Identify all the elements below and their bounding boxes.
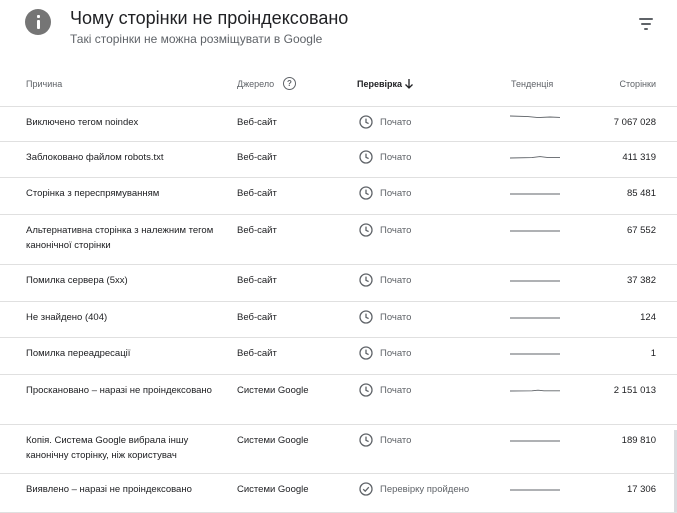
trend-sparkline [510, 115, 560, 119]
reason-cell: Альтернативна сторінка з належним тегом … [26, 225, 214, 251]
validation-status-cell: Почато [380, 188, 412, 199]
pages-count-cell: 411 319 [622, 152, 656, 163]
table-row[interactable]: Заблоковано файлом robots.txt Веб-сайт Поч… [0, 141, 677, 178]
validation-status-cell: Почато [380, 385, 412, 396]
reason-cell: Проскановано – наразі не проіндексовано [26, 385, 212, 396]
source-cell: Веб-сайт [237, 348, 277, 359]
trend-sparkline [510, 389, 560, 392]
source-cell: Веб-сайт [237, 312, 277, 323]
pages-count-cell: 2 151 013 [613, 385, 656, 396]
clock-icon [359, 115, 373, 129]
source-cell: Веб-сайт [237, 117, 277, 128]
table-row[interactable]: Виявлено – наразі не проіндексовано Систе… [0, 473, 677, 513]
reason-cell: Помилка сервера (5xx) [26, 275, 128, 286]
info-icon [25, 9, 51, 35]
column-validation-header[interactable]: Перевірка [357, 79, 402, 89]
column-source-header[interactable]: Джерело [237, 79, 274, 89]
pages-count-cell: 85 481 [626, 188, 656, 199]
pages-count-cell: 67 552 [626, 225, 656, 236]
sort-arrow-down-icon[interactable] [404, 78, 414, 90]
check-circle-icon [359, 482, 373, 496]
clock-icon [359, 433, 373, 447]
reason-cell: Копія. Система Google вибрала іншу канон… [26, 435, 189, 461]
pages-count-cell: 124 [640, 312, 656, 323]
column-trend-header: Тенденція [511, 79, 554, 89]
trend-sparkline [510, 156, 560, 159]
table-row[interactable]: Помилка переадресації Веб-сайт Почато 1 [0, 337, 677, 375]
pages-count-cell: 17 306 [626, 484, 656, 495]
source-cell: Веб-сайт [237, 275, 277, 286]
table-row[interactable]: Копія. Система Google вибрала іншу канон… [0, 424, 677, 474]
table-row[interactable]: Проскановано – наразі не проіндексовано С… [0, 374, 677, 425]
report-header: Чому сторінки не проіндексовано Такі сто… [0, 0, 677, 60]
clock-icon [359, 150, 373, 164]
table-row[interactable]: Альтернативна сторінка з належним тегом … [0, 214, 677, 265]
clock-icon [359, 346, 373, 360]
pages-count-cell: 189 810 [621, 435, 656, 446]
trend-sparkline [510, 440, 560, 442]
clock-icon [359, 383, 373, 397]
source-cell: Системи Google [237, 484, 309, 495]
table-row[interactable]: Виключено тегом noindex Веб-сайт Почато 7 0… [0, 106, 677, 142]
clock-icon [359, 310, 373, 324]
clock-icon [359, 223, 373, 237]
validation-status-cell: Перевірку пройдено [380, 484, 470, 495]
pages-count-cell: 1 [650, 348, 656, 359]
trend-sparkline [510, 353, 560, 355]
help-icon[interactable]: ? [283, 77, 296, 90]
validation-status-cell: Почато [380, 348, 412, 359]
table-row[interactable]: Не знайдено (404) Веб-сайт Почато 124 [0, 301, 677, 338]
validation-status-cell: Почато [380, 117, 412, 128]
column-reason-header[interactable]: Причина [26, 79, 62, 89]
trend-sparkline [510, 193, 560, 195]
reason-cell: Виключено тегом noindex [26, 117, 139, 128]
validation-status-cell: Почато [380, 312, 412, 323]
reason-cell: Виявлено – наразі не проіндексовано [26, 484, 192, 495]
trend-sparkline [510, 280, 560, 282]
source-cell: Системи Google [237, 435, 309, 446]
table-row[interactable]: Помилка сервера (5xx) Веб-сайт Почато 37 38… [0, 264, 677, 302]
report-title: Чому сторінки не проіндексовано [70, 8, 349, 28]
report-subtitle: Такі сторінки не можна розміщувати в Goo… [70, 32, 323, 46]
pages-count-cell: 7 067 028 [613, 117, 656, 128]
source-cell: Веб-сайт [237, 152, 277, 163]
trend-sparkline [510, 317, 560, 319]
reason-cell: Заблоковано файлом robots.txt [26, 152, 164, 163]
validation-status-cell: Почато [380, 225, 412, 236]
validation-status-cell: Почато [380, 152, 412, 163]
validation-status-cell: Почато [380, 435, 412, 446]
trend-sparkline [510, 489, 560, 491]
reason-cell: Сторінка з переспрямуванням [26, 188, 160, 199]
table-row[interactable]: Сторінка з переспрямуванням Веб-сайт Почат… [0, 177, 677, 215]
source-cell: Веб-сайт [237, 225, 277, 236]
table-header: Причина Джерело ? Перевірка Тенденція Ст… [0, 66, 677, 107]
validation-status-cell: Почато [380, 275, 412, 286]
column-pages-header[interactable]: Сторінки [620, 79, 656, 89]
reason-cell: Помилка переадресації [26, 348, 131, 359]
pages-count-cell: 37 382 [626, 275, 656, 286]
reason-cell: Не знайдено (404) [26, 312, 108, 323]
source-cell: Веб-сайт [237, 188, 277, 199]
filter-icon[interactable] [636, 16, 656, 32]
clock-icon [359, 186, 373, 200]
trend-sparkline [510, 230, 560, 232]
clock-icon [359, 273, 373, 287]
source-cell: Системи Google [237, 385, 309, 396]
